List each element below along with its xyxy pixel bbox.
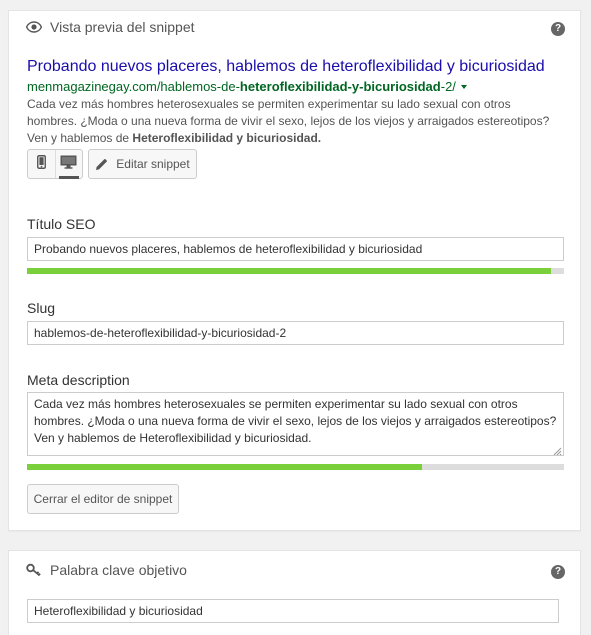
preview-mode-toggle [27,149,83,179]
slug-label: Slug [27,300,56,316]
desktop-preview-button[interactable] [54,150,83,179]
snippet-url: menmagazinegay.com/hablemos-de-heterofle… [27,79,557,95]
edit-snippet-button[interactable]: Editar snippet [88,149,197,179]
seo-title-progress [27,268,564,274]
key-icon [26,562,42,578]
snippet-preview-panel: Vista previa del snippet ? Probando nuev… [8,10,581,531]
snippet-preview-title: Vista previa del snippet [50,19,195,35]
mobile-preview-button[interactable] [28,150,55,178]
edit-snippet-label: Editar snippet [116,157,190,171]
focus-keyword-title: Palabra clave objetivo [50,562,187,578]
eye-icon [26,19,42,35]
desktop-icon [60,155,77,174]
seo-title-input[interactable]: Probando nuevos placeres, hablemos de he… [27,237,564,261]
meta-description-label: Meta description [27,372,130,388]
caret-down-icon [460,85,467,89]
mobile-icon [36,154,46,174]
help-icon[interactable]: ? [551,565,565,579]
snippet-url-prefix: menmagazinegay.com/hablemos-de- [27,79,240,94]
resize-grip-icon[interactable] [552,444,562,456]
meta-description-textarea[interactable]: Cada vez más hombres heterosexuales se p… [27,392,564,456]
snippet-preview-header: Vista previa del snippet [26,19,195,35]
focus-keyword-header: Palabra clave objetivo [26,562,187,578]
snippet-description-keyword: Heteroflexibilidad y bicuriosidad. [132,131,322,145]
serp-snippet: Probando nuevos placeres, hablemos de he… [27,58,557,147]
focus-keyword-input[interactable]: Heteroflexibilidad y bicuriosidad [27,599,559,623]
meta-description-progress [27,464,564,470]
pencil-icon [95,158,108,171]
snippet-url-suffix: -2/ [440,79,456,94]
focus-keyword-panel: Palabra clave objetivo ? Heteroflexibili… [8,550,581,635]
seo-title-progress-fill [27,268,551,274]
meta-description-progress-fill [27,464,423,470]
slug-input[interactable]: hablemos-de-heteroflexibilidad-y-bicurio… [27,321,564,345]
snippet-description: Cada vez más hombres heterosexuales se p… [27,96,557,147]
close-snippet-editor-button[interactable]: Cerrar el editor de snippet [27,484,179,514]
help-icon[interactable]: ? [551,22,565,36]
snippet-title[interactable]: Probando nuevos placeres, hablemos de he… [27,58,557,76]
snippet-url-keyword: heteroflexibilidad-y-bicuriosidad [239,79,441,94]
meta-description-text: Cada vez más hombres heterosexuales se p… [34,397,557,445]
seo-title-label: Título SEO [27,216,96,232]
